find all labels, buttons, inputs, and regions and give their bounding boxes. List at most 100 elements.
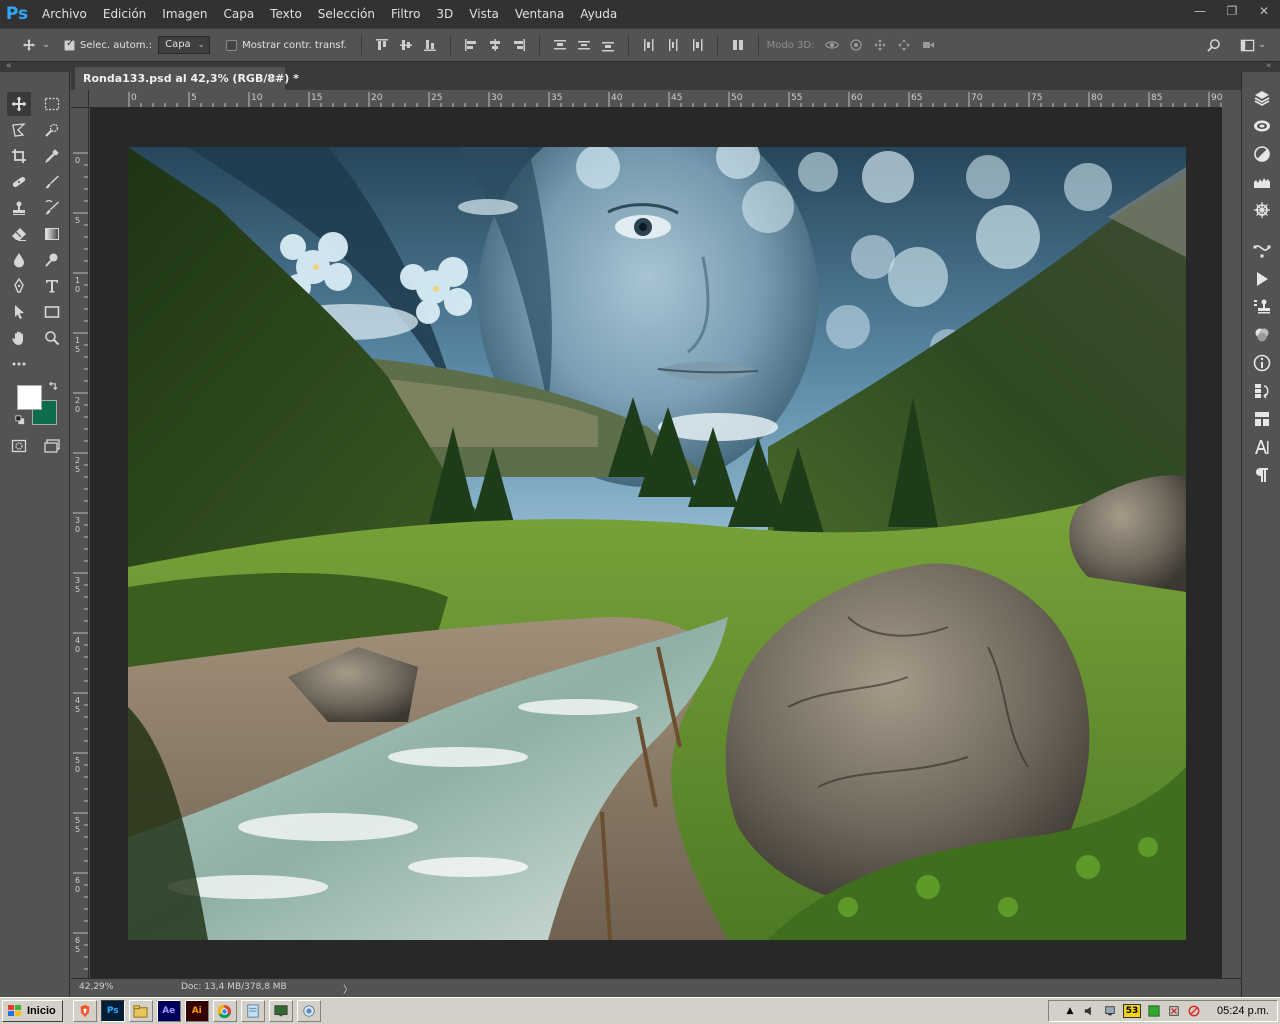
libraries-panel-icon[interactable]	[1251, 115, 1273, 137]
move-tool-preset-icon[interactable]	[18, 34, 40, 56]
actions-panel-icon[interactable]	[1251, 268, 1273, 290]
brave-taskbar-icon[interactable]	[72, 1000, 97, 1022]
tray-green-icon[interactable]	[1147, 1004, 1161, 1018]
explorer-taskbar-icon[interactable]	[128, 1000, 153, 1022]
lasso-tool-icon[interactable]	[7, 118, 31, 142]
menu-archivo[interactable]: Archivo	[34, 0, 95, 28]
history-panel-icon[interactable]	[1251, 380, 1273, 402]
close-button[interactable]: ✕	[1248, 0, 1280, 22]
quick-mask-icon[interactable]	[7, 434, 31, 458]
menu-capa[interactable]: Capa	[215, 0, 262, 28]
screen-mode-icon[interactable]	[40, 434, 64, 458]
close-tab-icon[interactable]: ×	[268, 67, 277, 90]
eraser-tool-icon[interactable]	[7, 222, 31, 246]
search-icon[interactable]	[1202, 34, 1224, 56]
chevron-down-icon[interactable]: ⌄	[40, 34, 52, 56]
system-clock[interactable]: 05:24 p.m.	[1217, 1005, 1269, 1017]
menu-ayuda[interactable]: Ayuda	[572, 0, 625, 28]
align-top-icon[interactable]	[370, 34, 394, 56]
distribute-top-icon[interactable]	[548, 34, 572, 56]
histogram-panel-icon[interactable]	[1251, 171, 1273, 193]
brush-tool-icon[interactable]	[40, 170, 64, 194]
crop-tool-icon[interactable]	[7, 144, 31, 168]
tray-security-icon[interactable]	[1167, 1004, 1181, 1018]
align-bottom-icon[interactable]	[418, 34, 442, 56]
pan-3d-icon[interactable]	[868, 34, 892, 56]
eyedropper-tool-icon[interactable]	[40, 144, 64, 168]
adjustments-panel-icon[interactable]	[1251, 143, 1273, 165]
chevron-down-icon[interactable]: ⌄	[1256, 34, 1268, 56]
navigator-panel-icon[interactable]	[1251, 199, 1273, 221]
default-colors-icon[interactable]	[14, 414, 26, 426]
properties-panel-icon[interactable]	[1251, 408, 1273, 430]
menu-ventana[interactable]: Ventana	[507, 0, 572, 28]
monitor-taskbar-icon[interactable]	[268, 1000, 293, 1022]
distribute-vcenter-icon[interactable]	[572, 34, 596, 56]
auto-select-checkbox[interactable]	[64, 38, 75, 51]
blur-tool-icon[interactable]	[7, 248, 31, 272]
illustrator-taskbar-icon[interactable]: Ai	[184, 1000, 209, 1022]
zoom-level-field[interactable]: 42,29%	[79, 982, 113, 992]
dodge-tool-icon[interactable]	[40, 248, 64, 272]
align-right-icon[interactable]	[507, 34, 531, 56]
menu-texto[interactable]: Texto	[262, 0, 310, 28]
history-brush-tool-icon[interactable]	[40, 196, 64, 220]
auto-align-layers-icon[interactable]	[726, 34, 750, 56]
foreground-color-swatch[interactable]	[17, 385, 42, 410]
clone-source-panel-icon[interactable]	[1251, 296, 1273, 318]
roll-3d-icon[interactable]	[844, 34, 868, 56]
distribute-left-icon[interactable]	[637, 34, 661, 56]
move-tool-icon[interactable]	[7, 92, 31, 116]
show-transform-checkbox[interactable]	[226, 39, 238, 51]
tray-badge[interactable]: 53	[1123, 1004, 1142, 1018]
start-button[interactable]: Inicio	[2, 1000, 63, 1022]
hand-tool-icon[interactable]	[7, 326, 31, 350]
swap-colors-icon[interactable]	[45, 380, 59, 394]
healing-brush-tool-icon[interactable]	[7, 170, 31, 194]
more-tools-icon[interactable]	[7, 352, 31, 376]
scale-3d-icon[interactable]	[916, 34, 940, 56]
ruler-vertical[interactable]: 05101520253035404550556065	[71, 108, 89, 978]
document-canvas[interactable]	[128, 147, 1186, 940]
notepad-taskbar-icon[interactable]	[240, 1000, 265, 1022]
clone-stamp-tool-icon[interactable]	[7, 196, 31, 220]
paragraph-panel-icon[interactable]	[1251, 464, 1273, 486]
restore-button[interactable]: ❐	[1216, 0, 1248, 22]
layer-select-dropdown[interactable]: Capa ⌄	[158, 36, 211, 54]
ruler-corner[interactable]	[71, 90, 89, 108]
ruler-horizontal[interactable]: 0 5 10 15 20 25 30 35 40 45 50 55 60 65 70 75 80 85 90	[89, 90, 1222, 108]
photoshop-taskbar-icon[interactable]: Ps	[100, 1000, 125, 1022]
volume-icon[interactable]	[1083, 1004, 1097, 1018]
rectangle-tool-icon[interactable]	[40, 300, 64, 324]
zoom-tool-icon[interactable]	[40, 326, 64, 350]
canvas-workspace[interactable]	[90, 108, 1222, 978]
workspace-icon[interactable]	[1236, 34, 1258, 56]
status-menu-arrow-icon[interactable]: 〉	[343, 981, 353, 996]
slide-3d-icon[interactable]	[892, 34, 916, 56]
color-panel-icon[interactable]	[1251, 324, 1273, 346]
network-status-icon[interactable]	[1103, 1004, 1117, 1018]
menu-imagen[interactable]: Imagen	[154, 0, 215, 28]
tray-expand-icon[interactable]: ▲	[1063, 1004, 1077, 1018]
orbit-3d-icon[interactable]	[820, 34, 844, 56]
align-hcenter-icon[interactable]	[483, 34, 507, 56]
minimize-button[interactable]: —	[1184, 0, 1216, 22]
after-effects-taskbar-icon[interactable]: Ae	[156, 1000, 181, 1022]
menu-edicion[interactable]: Edición	[95, 0, 154, 28]
menu-seleccion[interactable]: Selección	[310, 0, 383, 28]
document-tab[interactable]: Ronda133.psd al 42,3% (RGB/8#) * ×	[75, 67, 299, 90]
collapse-left-icon[interactable]: «	[6, 61, 12, 71]
quick-selection-tool-icon[interactable]	[40, 118, 64, 142]
menu-3d[interactable]: 3D	[428, 0, 461, 28]
layers-panel-icon[interactable]	[1251, 87, 1273, 109]
gradient-tool-icon[interactable]	[40, 222, 64, 246]
type-tool-icon[interactable]	[40, 274, 64, 298]
info-panel-icon[interactable]	[1251, 352, 1273, 374]
character-panel-icon[interactable]	[1251, 436, 1273, 458]
distribute-bottom-icon[interactable]	[596, 34, 620, 56]
distribute-right-icon[interactable]	[685, 34, 709, 56]
chrome-taskbar-icon[interactable]	[212, 1000, 237, 1022]
network-tool-taskbar-icon[interactable]	[296, 1000, 321, 1022]
align-vcenter-icon[interactable]	[394, 34, 418, 56]
marquee-tool-icon[interactable]	[40, 92, 64, 116]
